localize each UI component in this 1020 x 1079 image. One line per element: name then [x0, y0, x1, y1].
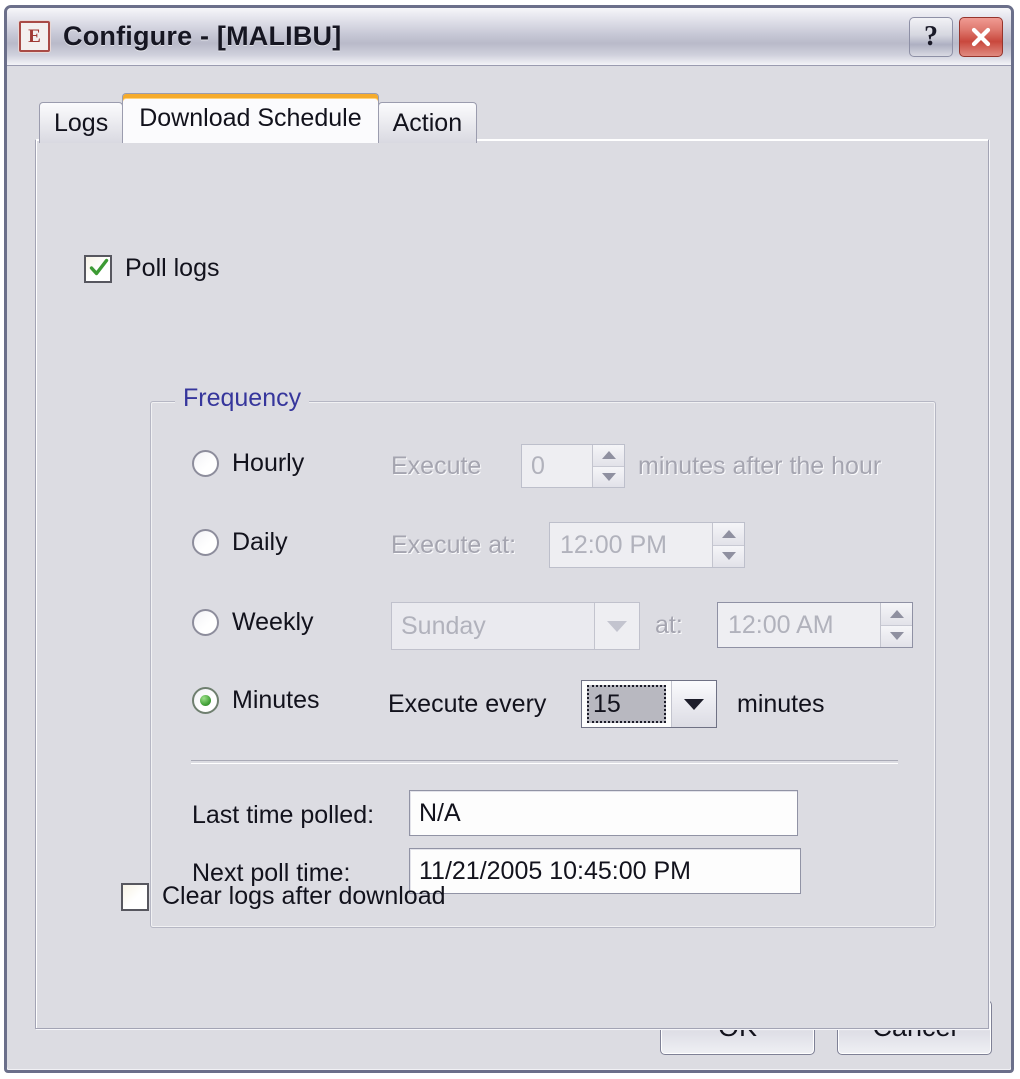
window-title: Configure - [MALIBU] [63, 21, 342, 51]
clear-logs-label: Clear logs after download [162, 882, 446, 910]
hourly-minutes-value: 0 [531, 451, 545, 480]
question-mark-icon: ? [924, 20, 938, 52]
frequency-groupbox: Frequency Hourly Execute 0 minutes after… [150, 384, 936, 928]
close-button[interactable] [959, 16, 1003, 57]
hourly-spinner-up-button[interactable] [593, 445, 624, 466]
checkmark-icon [89, 258, 109, 275]
chevron-down-icon [607, 620, 627, 632]
weekly-day-dropdown[interactable]: Sunday [391, 602, 640, 650]
frequency-option-weekly[interactable]: Weekly [192, 608, 314, 637]
weekly-day-dropdown-button[interactable] [594, 603, 639, 649]
dialog-client-area: Logs Download Schedule Action Poll logs [7, 66, 1011, 1069]
frequency-option-daily[interactable]: Daily [192, 528, 288, 557]
frequency-groupbox-title: Frequency [175, 384, 310, 413]
close-x-icon [971, 27, 991, 46]
last-time-polled-label: Last time polled: [192, 801, 375, 829]
clear-logs-checkbox[interactable] [121, 882, 149, 911]
next-poll-time-value: 11/21/2005 10:45:00 PM [419, 856, 691, 885]
next-poll-time-field[interactable]: 11/21/2005 10:45:00 PM [409, 848, 801, 894]
hourly-execute-label: Execute [391, 452, 482, 480]
arrow-up-icon [601, 451, 616, 460]
weekly-label: Weekly [232, 608, 314, 636]
arrow-up-icon [889, 609, 904, 618]
daily-spinner-up-button[interactable] [713, 523, 744, 545]
minutes-execute-every-label: Execute every [388, 690, 547, 718]
minutes-label: Minutes [232, 686, 320, 714]
hourly-radio[interactable] [192, 450, 219, 477]
title-bar: E Configure - [MALIBU] ? [7, 8, 1011, 66]
minutes-interval-dropdown[interactable]: 15 [581, 680, 717, 728]
tab-strip: Logs Download Schedule Action [39, 93, 478, 143]
minutes-radio[interactable] [192, 687, 219, 714]
tab-logs[interactable]: Logs [39, 102, 124, 143]
poll-logs-checkbox-row[interactable]: Poll logs [84, 254, 220, 283]
frequency-separator [191, 760, 898, 764]
configure-dialog-window: E Configure - [MALIBU] ? Logs Download S… [4, 5, 1014, 1073]
hourly-spinner-buttons[interactable] [592, 445, 624, 487]
download-schedule-panel: Poll logs Frequency Hourly Execute 0 min… [35, 139, 989, 1029]
daily-spinner-down-button[interactable] [713, 544, 744, 567]
last-time-polled-field[interactable]: N/A [409, 790, 798, 836]
minutes-interval-value: 15 [587, 685, 666, 723]
tab-logs-label: Logs [54, 108, 109, 137]
weekly-day-value: Sunday [401, 611, 486, 640]
title-bar-buttons: ? [909, 16, 1003, 57]
daily-time-spinner[interactable]: 12:00 PM [549, 522, 745, 568]
tab-action[interactable]: Action [377, 102, 478, 143]
minutes-interval-value-wrap: 15 [582, 681, 671, 727]
hourly-spinner-down-button[interactable] [593, 465, 624, 487]
tab-download-schedule-label: Download Schedule [139, 104, 362, 132]
frequency-option-hourly[interactable]: Hourly [192, 449, 304, 478]
weekly-time-spinner[interactable]: 12:00 AM [717, 602, 913, 648]
hourly-label: Hourly [232, 449, 305, 477]
weekly-spinner-down-button[interactable] [881, 624, 912, 647]
weekly-spinner-buttons[interactable] [880, 603, 912, 647]
help-button[interactable]: ? [909, 16, 953, 57]
arrow-down-icon [601, 472, 616, 481]
daily-time-value: 12:00 PM [560, 530, 668, 559]
weekly-at-label: at: [655, 611, 683, 639]
hourly-minutes-spinner[interactable]: 0 [521, 444, 625, 488]
arrow-up-icon [721, 529, 736, 538]
poll-logs-checkbox[interactable] [84, 254, 112, 283]
weekly-time-value: 12:00 AM [728, 610, 834, 639]
application-e-icon: E [19, 21, 50, 52]
daily-radio[interactable] [192, 529, 219, 556]
arrow-down-icon [721, 552, 736, 561]
hourly-suffix-label: minutes after the hour [638, 452, 882, 480]
arrow-down-icon [889, 632, 904, 641]
weekly-spinner-up-button[interactable] [881, 603, 912, 625]
minutes-interval-dropdown-button[interactable] [671, 681, 716, 727]
tab-action-label: Action [392, 108, 463, 137]
tab-download-schedule[interactable]: Download Schedule [122, 93, 379, 143]
frequency-option-minutes[interactable]: Minutes [192, 686, 320, 715]
weekly-radio[interactable] [192, 609, 219, 636]
daily-execute-at-label: Execute at: [391, 531, 517, 559]
chevron-down-icon [684, 698, 704, 710]
clear-logs-checkbox-row[interactable]: Clear logs after download [121, 882, 446, 911]
daily-spinner-buttons[interactable] [712, 523, 744, 567]
daily-label: Daily [232, 528, 288, 556]
poll-logs-label: Poll logs [125, 254, 220, 282]
last-time-polled-value: N/A [419, 798, 461, 827]
minutes-suffix-label: minutes [737, 690, 825, 718]
